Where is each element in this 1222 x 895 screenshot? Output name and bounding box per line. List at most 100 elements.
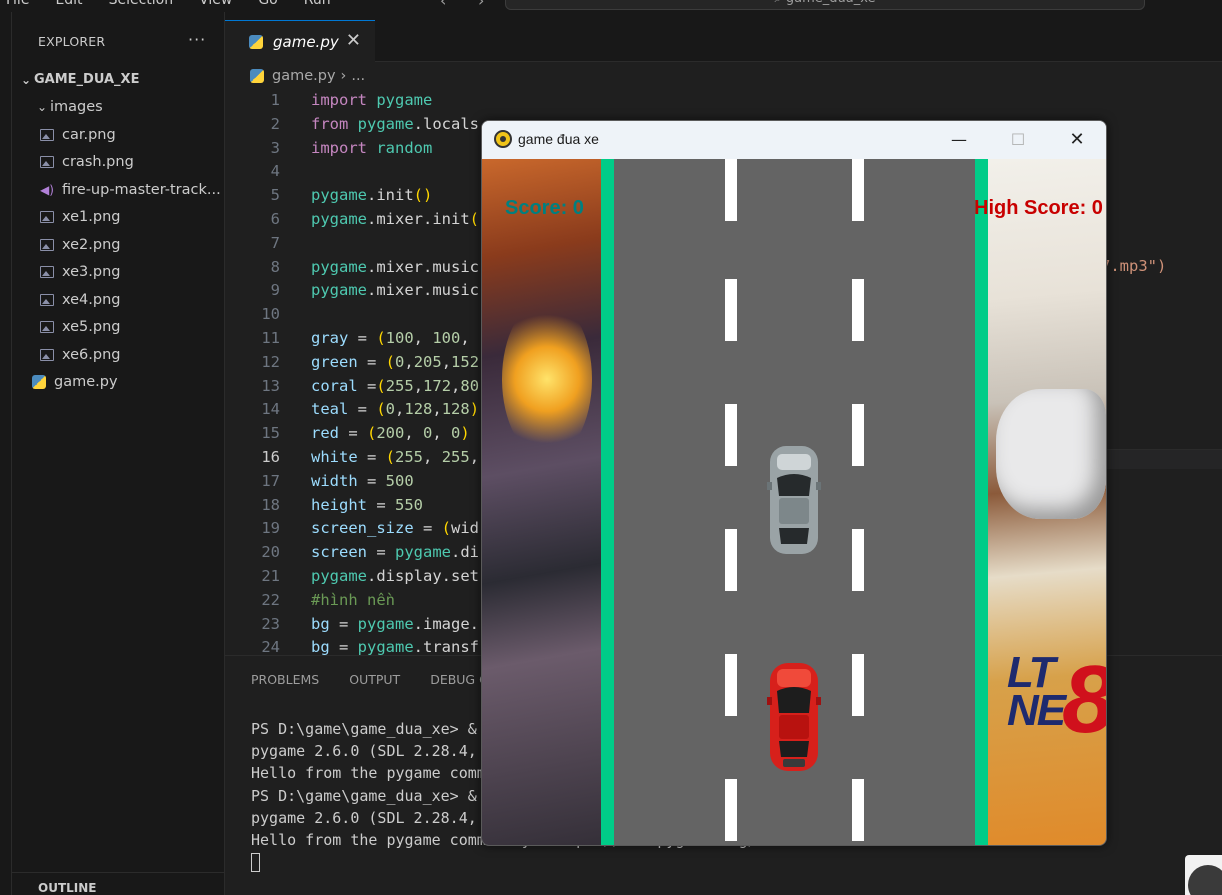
- outline-label: OUTLINE: [38, 881, 97, 895]
- tab-debug-console[interactable]: DEBUG C: [430, 672, 488, 687]
- road-edge-left: [601, 159, 614, 845]
- game-logo: LT NE 8: [1007, 651, 1106, 748]
- line-number: 5: [270, 186, 280, 205]
- file-item[interactable]: xe2.png: [12, 231, 225, 259]
- search-icon: ⌕: [774, 0, 785, 6]
- game-canvas[interactable]: LT NE 8 Score:: [482, 159, 1106, 845]
- line-number: 3: [270, 138, 280, 157]
- file-item-label: xe1.png: [62, 209, 121, 226]
- pygame-title-bar[interactable]: game đua xe — ☐ ✕: [482, 121, 1106, 159]
- menu-view[interactable]: View: [199, 0, 232, 8]
- line-number: 19: [261, 519, 280, 538]
- folder-images-label: images: [50, 99, 103, 116]
- file-item[interactable]: xe6.png: [12, 341, 225, 369]
- menu-bar: File Edit Selection View Go Run: [6, 0, 331, 8]
- code-text: pygame.mixer.music: [311, 281, 479, 300]
- activity-bar: [0, 12, 12, 895]
- background-art-left: [482, 159, 601, 845]
- menu-file[interactable]: File: [6, 0, 29, 8]
- tab-problems[interactable]: PROBLEMS: [251, 672, 319, 687]
- menu-selection[interactable]: Selection: [109, 0, 174, 8]
- code-text: pygame.mixer.init(: [311, 209, 479, 228]
- code-text: pygame.display.set: [311, 566, 479, 585]
- title-bar: File Edit Selection View Go Run ‹ › ⌕ ga…: [0, 0, 1222, 12]
- code-text: red = (200, 0, 0): [311, 424, 470, 443]
- chevron-down-icon: ⌄: [20, 72, 32, 87]
- line-number: 11: [261, 328, 280, 347]
- code-text: screen_size = (wid: [311, 519, 479, 538]
- tab-game-py[interactable]: game.py ✕: [225, 20, 375, 62]
- maximize-icon[interactable]: ☐: [995, 125, 1041, 155]
- road-edge-right: [975, 159, 988, 845]
- editor-split-divider: [1106, 449, 1222, 469]
- code-text: pygame.init(): [311, 186, 433, 205]
- line-number: 16: [261, 447, 280, 466]
- tab-output[interactable]: OUTPUT: [349, 672, 400, 687]
- line-number: 2: [270, 114, 280, 133]
- line-number: 9: [270, 281, 280, 300]
- file-item[interactable]: car.png: [12, 121, 225, 149]
- back-arrow-icon[interactable]: ‹: [440, 0, 446, 10]
- file-item[interactable]: xe3.png: [12, 259, 225, 287]
- file-item-label: xe5.png: [62, 319, 121, 336]
- lane-marker: [852, 404, 864, 466]
- file-item-label: xe3.png: [62, 264, 121, 281]
- chevron-down-icon: ⌄: [36, 100, 48, 115]
- lane-marker: [725, 279, 737, 341]
- file-item-game-py[interactable]: game.py: [12, 369, 225, 397]
- breadcrumb-symbol[interactable]: ...: [351, 68, 365, 84]
- code-overflow-text: 7.mp3"): [1101, 257, 1167, 275]
- image-file-icon: [40, 238, 54, 251]
- menu-run[interactable]: Run: [304, 0, 331, 8]
- code-text: #hình nền: [311, 590, 395, 609]
- breadcrumb-file[interactable]: game.py: [272, 68, 336, 84]
- file-item[interactable]: crash.png: [12, 149, 225, 177]
- line-number: 6: [270, 209, 280, 228]
- code-text: teal = (0,128,128): [311, 400, 480, 419]
- lane-marker: [852, 529, 864, 591]
- minimize-icon[interactable]: —: [936, 125, 982, 155]
- file-item[interactable]: ◀) fire-up-master-track...: [12, 176, 225, 204]
- file-item[interactable]: xe4.png: [12, 286, 225, 314]
- forward-arrow-icon[interactable]: ›: [478, 0, 484, 10]
- close-icon[interactable]: ✕: [346, 30, 361, 51]
- tab-label: game.py: [273, 32, 339, 51]
- file-item-label: xe4.png: [62, 291, 121, 308]
- code-text: width = 500: [311, 471, 414, 490]
- line-number: 14: [261, 400, 280, 419]
- lane-marker: [725, 404, 737, 466]
- code-line[interactable]: 1 import pygame: [225, 89, 1222, 113]
- lane-marker: [852, 279, 864, 341]
- file-item-label: crash.png: [62, 154, 134, 171]
- terminal-prompt[interactable]: [251, 851, 892, 873]
- code-text: green = (0,205,152: [311, 352, 480, 371]
- folder-images[interactable]: ⌄ images: [12, 94, 225, 122]
- python-file-icon: [249, 34, 263, 49]
- more-actions-icon[interactable]: ···: [188, 30, 206, 49]
- command-center[interactable]: ⌕ game_dua_xe: [505, 0, 1145, 10]
- explorer-sidebar: EXPLORER ··· ⌄ GAME_DUA_XE ⌄ images car.pn…: [12, 12, 225, 895]
- pygame-window[interactable]: game đua xe — ☐ ✕ LT NE 8: [481, 120, 1107, 846]
- panel-tabs: PROBLEMS OUTPUT DEBUG C: [251, 672, 488, 687]
- image-file-icon: [40, 348, 54, 361]
- menu-edit[interactable]: Edit: [55, 0, 82, 8]
- file-item[interactable]: xe1.png: [12, 204, 225, 232]
- code-text: bg = pygame.image.: [311, 614, 479, 633]
- terminal-cursor: [251, 853, 260, 873]
- score-label: Score: 0: [505, 197, 584, 219]
- line-number: 21: [261, 566, 280, 585]
- file-item-label: fire-up-master-track...: [62, 181, 221, 198]
- file-item-label: xe6.png: [62, 346, 121, 363]
- line-number: 7: [270, 233, 280, 252]
- line-number: 22: [261, 590, 280, 609]
- breadcrumb: game.py › ...: [250, 68, 365, 84]
- folder-root[interactable]: ⌄ GAME_DUA_XE: [12, 66, 225, 94]
- code-text: import pygame: [311, 91, 433, 109]
- close-icon[interactable]: ✕: [1054, 125, 1100, 155]
- image-file-icon: [40, 266, 54, 279]
- editor-tab-bar: game.py ✕: [225, 12, 1222, 62]
- outline-section[interactable]: OUTLINE: [12, 872, 225, 895]
- file-item[interactable]: xe5.png: [12, 314, 225, 342]
- menu-go[interactable]: Go: [258, 0, 277, 8]
- image-file-icon: [40, 211, 54, 224]
